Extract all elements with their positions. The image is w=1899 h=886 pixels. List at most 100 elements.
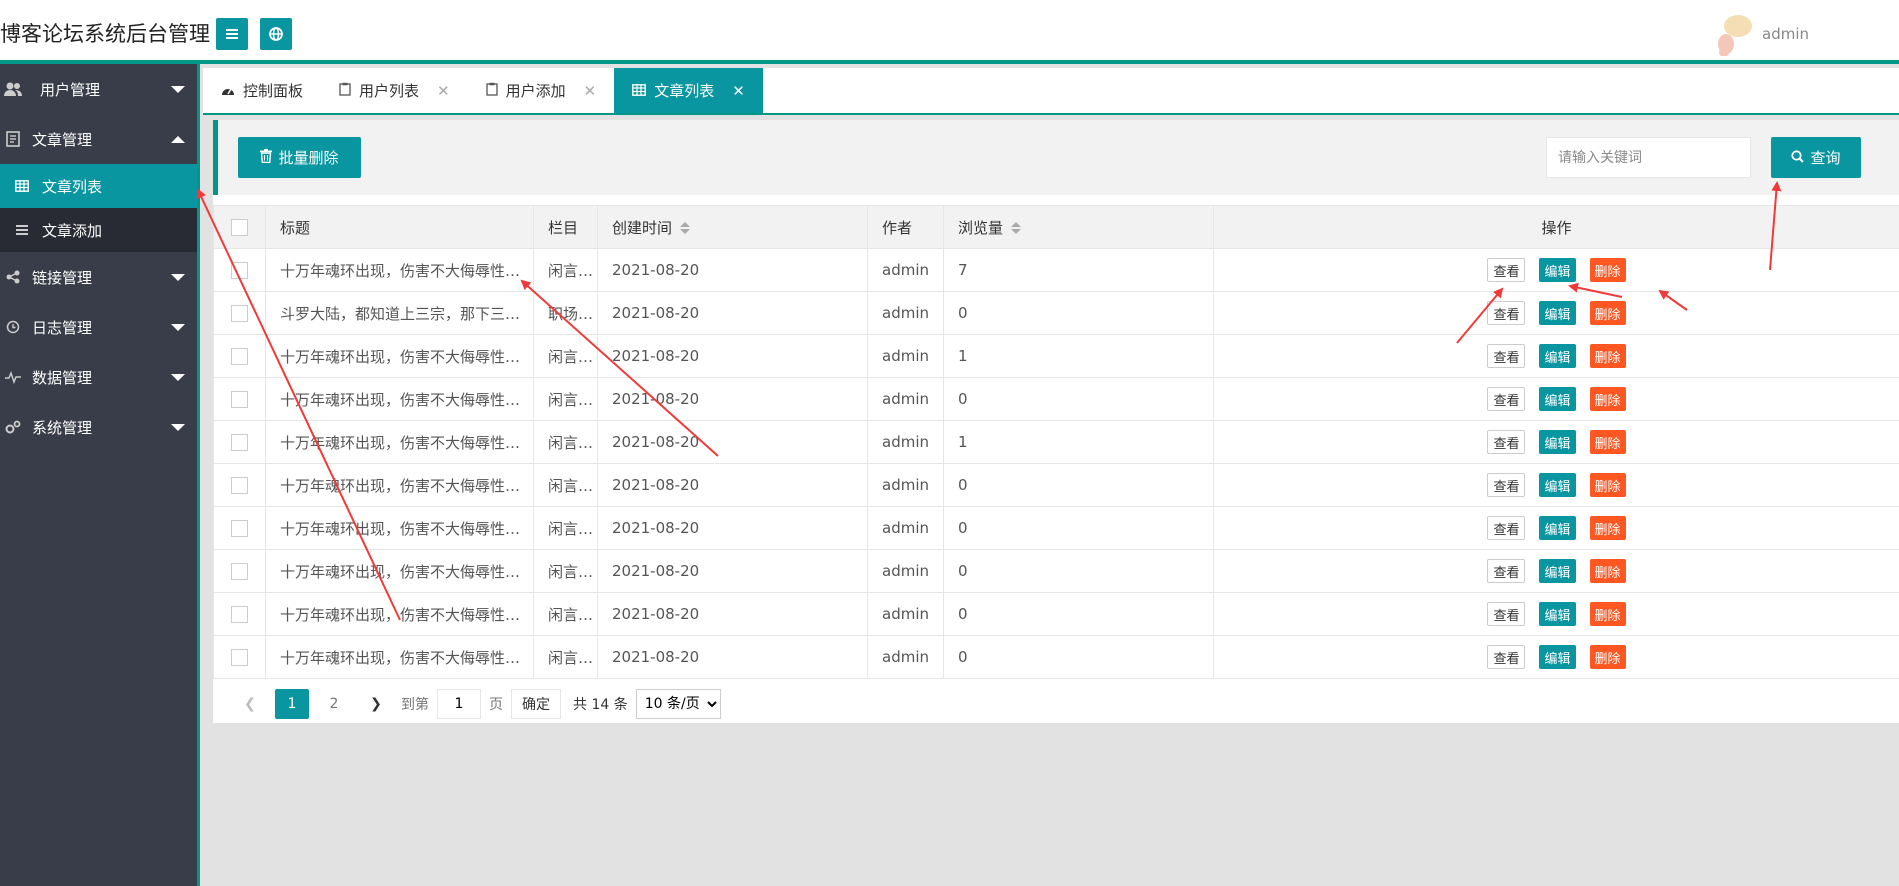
edit-button[interactable]: 编辑 — [1539, 344, 1576, 368]
view-button[interactable]: 查看 — [1487, 602, 1526, 626]
search-input[interactable] — [1546, 137, 1751, 178]
sidebar-item-article-add[interactable]: 文章添加 — [0, 208, 197, 252]
sidebar-item-logs[interactable]: 日志管理 — [0, 302, 197, 352]
row-checkbox[interactable] — [231, 348, 248, 365]
tab-dashboard[interactable]: 控制面板 — [203, 68, 321, 113]
cell-views: 0 — [943, 463, 1214, 507]
col-header-title: 标题 — [265, 205, 534, 249]
sort-icon[interactable] — [680, 222, 691, 234]
cell-title: 斗罗大陆，都知道上三宗，那下三宗是什么 — [265, 291, 534, 335]
cell-author: admin — [867, 506, 944, 550]
table-row[interactable]: 十万年魂环出现，伤害不大侮辱性极强闲言碎语2021-08-20admin0查看编… — [213, 377, 1899, 421]
table-row[interactable]: 十万年魂环出现，伤害不大侮辱性极强闲言碎语2021-08-20admin0查看编… — [213, 463, 1899, 507]
prev-page-icon[interactable]: ❮ — [233, 689, 267, 719]
edit-button[interactable]: 编辑 — [1539, 473, 1576, 497]
close-icon[interactable]: ✕ — [732, 82, 745, 100]
goto-confirm-button[interactable]: 确定 — [511, 689, 561, 719]
table-row[interactable]: 十万年魂环出现，伤害不大侮辱性极强闲言碎语2021-08-20admin1查看编… — [213, 420, 1899, 464]
table-row[interactable]: 十万年魂环出现，伤害不大侮辱性极强闲言碎语2021-08-20admin0查看编… — [213, 506, 1899, 550]
sidebar-item-data[interactable]: 数据管理 — [0, 352, 197, 402]
close-icon[interactable]: ✕ — [584, 82, 597, 100]
users-icon — [0, 81, 26, 97]
view-button[interactable]: 查看 — [1487, 301, 1526, 325]
view-button[interactable]: 查看 — [1487, 559, 1526, 583]
view-button[interactable]: 查看 — [1487, 344, 1526, 368]
sidebar-item-label: 文章管理 — [32, 130, 93, 149]
delete-button[interactable]: 删除 — [1589, 645, 1626, 669]
row-checkbox[interactable] — [231, 606, 248, 623]
delete-button[interactable]: 删除 — [1589, 301, 1626, 325]
article-list-panel: 批量删除 查询 标题 栏目 创建时间 作者 浏览量 操作 — [213, 120, 1899, 723]
tab-user-list[interactable]: 用户列表 ✕ — [321, 68, 468, 113]
edit-button[interactable]: 编辑 — [1539, 559, 1576, 583]
chevron-down-icon — [171, 86, 185, 93]
row-checkbox[interactable] — [231, 477, 248, 494]
sidebar-item-system[interactable]: 系统管理 — [0, 402, 197, 452]
view-button[interactable]: 查看 — [1487, 645, 1526, 669]
sidebar-item-links[interactable]: 链接管理 — [0, 252, 197, 302]
edit-button[interactable]: 编辑 — [1539, 516, 1576, 540]
sidebar-item-users[interactable]: 用户管理 — [0, 64, 197, 114]
goto-page-input[interactable] — [437, 689, 481, 719]
delete-button[interactable]: 删除 — [1589, 430, 1626, 454]
cell-title: 十万年魂环出现，伤害不大侮辱性极强 — [265, 334, 534, 378]
edit-button[interactable]: 编辑 — [1539, 258, 1576, 282]
search-button[interactable]: 查询 — [1771, 137, 1861, 178]
delete-button[interactable]: 删除 — [1589, 516, 1626, 540]
edit-button[interactable]: 编辑 — [1539, 602, 1576, 626]
edit-button[interactable]: 编辑 — [1539, 645, 1576, 669]
view-button[interactable]: 查看 — [1487, 473, 1526, 497]
table-row[interactable]: 十万年魂环出现，伤害不大侮辱性极强闲言碎语2021-08-20admin0查看编… — [213, 592, 1899, 636]
globe-icon — [269, 27, 283, 41]
edit-button[interactable]: 编辑 — [1539, 387, 1576, 411]
table-row[interactable]: 十万年魂环出现，伤害不大侮辱性极强闲言碎语2021-08-20admin1查看编… — [213, 334, 1899, 378]
row-checkbox[interactable] — [231, 563, 248, 580]
row-checkbox[interactable] — [231, 305, 248, 322]
close-icon[interactable]: ✕ — [437, 82, 450, 100]
row-checkbox[interactable] — [231, 434, 248, 451]
page-1-button[interactable]: 1 — [275, 689, 309, 719]
view-button[interactable]: 查看 — [1487, 258, 1526, 282]
table-row[interactable]: 十万年魂环出现，伤害不大侮辱性极强闲言碎语2021-08-20admin0查看编… — [213, 549, 1899, 593]
table-row[interactable]: 斗罗大陆，都知道上三宗，那下三宗是什么职场文字2021-08-20admin0查… — [213, 291, 1899, 335]
cell-actions: 查看 编辑 删除 — [1213, 592, 1899, 636]
trash-icon — [260, 148, 273, 167]
sort-icon[interactable] — [1011, 222, 1022, 234]
website-button[interactable] — [260, 18, 292, 50]
edit-button[interactable]: 编辑 — [1539, 430, 1576, 454]
tab-bar: 控制面板 用户列表 ✕ 用户添加 ✕ 文章列表 ✕ — [203, 68, 1899, 115]
delete-button[interactable]: 删除 — [1589, 602, 1626, 626]
delete-button[interactable]: 删除 — [1589, 473, 1626, 497]
row-checkbox[interactable] — [231, 649, 248, 666]
menu-toggle-button[interactable] — [216, 18, 248, 50]
select-all-checkbox[interactable] — [231, 219, 248, 236]
view-button[interactable]: 查看 — [1487, 516, 1526, 540]
table-row[interactable]: 十万年魂环出现，伤害不大侮辱性极强闲言碎语2021-08-20admin0查看编… — [213, 635, 1899, 679]
tab-article-list[interactable]: 文章列表 ✕ — [614, 68, 763, 113]
edit-button[interactable]: 编辑 — [1539, 301, 1576, 325]
row-checkbox[interactable] — [231, 391, 248, 408]
row-checkbox[interactable] — [231, 520, 248, 537]
delete-button[interactable]: 删除 — [1589, 559, 1626, 583]
cell-column: 闲言碎语 — [533, 248, 598, 292]
page-2-button[interactable]: 2 — [317, 689, 351, 719]
row-checkbox[interactable] — [231, 262, 248, 279]
sidebar-item-articles[interactable]: 文章管理 — [0, 114, 197, 164]
delete-button[interactable]: 删除 — [1589, 258, 1626, 282]
page-size-select[interactable]: 10 条/页 — [635, 689, 721, 719]
delete-button[interactable]: 删除 — [1589, 344, 1626, 368]
sidebar-item-article-list[interactable]: 文章列表 — [0, 164, 197, 208]
cell-date: 2021-08-20 — [597, 592, 868, 636]
batch-delete-button[interactable]: 批量删除 — [238, 137, 361, 178]
table-header-row: 标题 栏目 创建时间 作者 浏览量 操作 — [213, 205, 1899, 249]
next-page-icon[interactable]: ❯ — [359, 689, 393, 719]
view-button[interactable]: 查看 — [1487, 430, 1526, 454]
col-header-created[interactable]: 创建时间 — [597, 205, 868, 249]
tab-user-add[interactable]: 用户添加 ✕ — [468, 68, 615, 113]
chevron-up-icon — [171, 136, 185, 143]
col-header-views[interactable]: 浏览量 — [943, 205, 1214, 249]
delete-button[interactable]: 删除 — [1589, 387, 1626, 411]
view-button[interactable]: 查看 — [1487, 387, 1526, 411]
table-row[interactable]: 十万年魂环出现，伤害不大侮辱性极强闲言碎语2021-08-20admin7查看编… — [213, 248, 1899, 292]
user-menu[interactable]: admin — [1714, 12, 1809, 57]
